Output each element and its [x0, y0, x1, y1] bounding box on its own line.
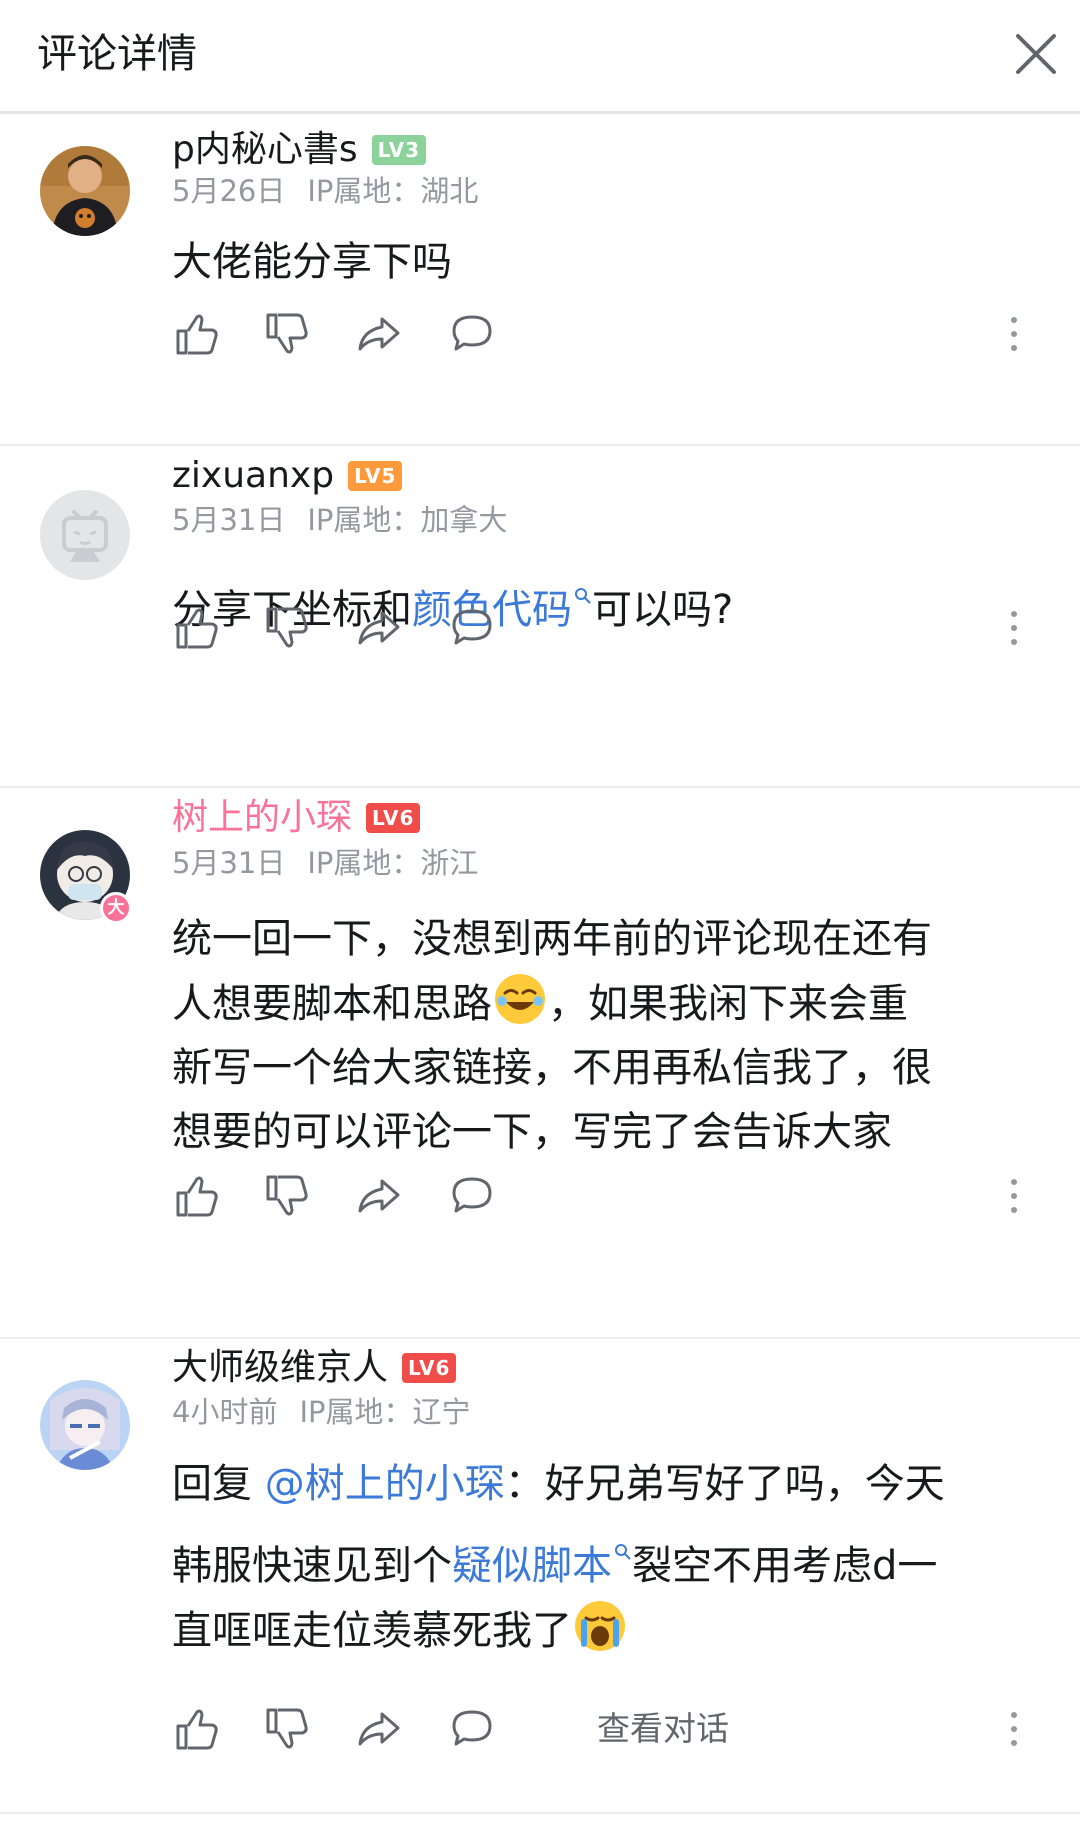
comment-text-part: 直哐哐走位羡慕死我了	[172, 1608, 572, 1654]
more-icon[interactable]	[1002, 1171, 1026, 1221]
comment-text-line: 直哐哐走位羡慕死我了	[172, 1598, 1052, 1663]
comment-text-part: ：好兄弟写好了吗，今天	[504, 1461, 945, 1507]
comment-item: zixuanxp LV5 5月31日 IP属地：加拿大 分享下坐标和颜色代码 可以吗…	[0, 455, 1080, 788]
comment-text-line: 统一回一下，没想到两年前的评论现在还有	[172, 916, 932, 962]
crying-emoji-icon	[572, 1598, 628, 1654]
keyword-link[interactable]: 疑似脚本	[452, 1543, 612, 1589]
more-icon[interactable]	[1002, 309, 1026, 359]
comment-text: 大佬能分享下吗	[172, 239, 452, 285]
comment-item: 大师级维京人 LV6 4小时前 IP属地：辽宁 回复 @树上的小琛：好兄弟写好了吗…	[0, 1347, 1080, 1822]
comment-text-part: 裂空不用考虑d一	[632, 1543, 938, 1589]
like-icon[interactable]	[172, 1704, 222, 1754]
like-icon[interactable]	[172, 1171, 222, 1221]
comment-meta: 5月31日 IP属地：加拿大	[172, 500, 507, 540]
username[interactable]: p内秘心書s	[172, 126, 358, 174]
header: 评论详情	[0, 0, 1080, 114]
search-icon	[614, 1516, 632, 1560]
level-badge: LV6	[402, 1353, 457, 1383]
comment-actions	[172, 603, 1042, 653]
comment-item: 大 树上的小琛 LV6 5月31日 IP属地：浙江 统一回一下，没想到两年前的评论…	[0, 797, 1080, 1340]
more-icon[interactable]	[1002, 1704, 1026, 1754]
comment-text-part: 人想要脚本和思路	[172, 981, 492, 1027]
divider	[0, 1337, 1080, 1339]
comment-date: 4小时前	[172, 1395, 278, 1429]
comment-text-line: 回复 @树上的小琛：好兄弟写好了吗，今天	[172, 1452, 1052, 1516]
divider	[0, 1812, 1080, 1814]
username-row: zixuanxp LV5	[172, 452, 403, 500]
dislike-icon[interactable]	[262, 309, 312, 359]
comment-date: 5月31日	[172, 846, 286, 880]
comment-actions: 查看对话	[172, 1704, 1042, 1754]
like-icon[interactable]	[172, 603, 222, 653]
comment-text-part: ，如果我闲下来会重	[548, 981, 908, 1027]
level-badge: LV6	[366, 803, 421, 833]
close-icon[interactable]	[1012, 30, 1060, 78]
reply-prefix: 回复	[172, 1461, 265, 1507]
username[interactable]: 树上的小琛	[172, 794, 352, 842]
reply-icon[interactable]	[447, 1704, 497, 1754]
comment-meta: 4小时前 IP属地：辽宁	[172, 1392, 471, 1432]
comment-text-line: 人想要脚本和思路 ，如果我闲下来会重	[172, 971, 1042, 1036]
comment-detail-page: 评论详情 p内秘心書s LV3 5月26日 IP属地：湖北 大佬能分享下吗 zi…	[0, 0, 1080, 1831]
ip-location: IP属地：浙江	[307, 846, 479, 880]
dislike-icon[interactable]	[262, 603, 312, 653]
comment-actions	[172, 1171, 1042, 1221]
comment-text-line: 新写一个给大家链接，不用再私信我了，很	[172, 1045, 932, 1091]
dislike-icon[interactable]	[262, 1704, 312, 1754]
share-icon[interactable]	[354, 309, 404, 359]
username-row: 大师级维京人 LV6	[172, 1344, 457, 1392]
divider	[0, 444, 1080, 446]
more-icon[interactable]	[1002, 603, 1026, 653]
ip-location: IP属地：湖北	[307, 174, 479, 208]
mention-link[interactable]: @树上的小琛	[265, 1461, 505, 1507]
username[interactable]: 大师级维京人	[172, 1344, 388, 1392]
ip-location: IP属地：辽宁	[299, 1395, 471, 1429]
divider	[0, 786, 1080, 788]
view-conversation-link[interactable]: 查看对话	[597, 1704, 729, 1754]
username-row: 树上的小琛 LV6	[172, 794, 421, 842]
reply-icon[interactable]	[447, 1171, 497, 1221]
avatar[interactable]	[40, 490, 130, 580]
avatar[interactable]	[40, 1380, 130, 1470]
ip-location: IP属地：加拿大	[307, 503, 508, 537]
search-icon	[574, 560, 592, 604]
comment-text: 统一回一下，没想到两年前的评论现在还有 人想要脚本和思路 ，如果我闲下来会重 新写…	[172, 907, 1042, 1164]
avatar[interactable]	[40, 146, 130, 236]
share-icon[interactable]	[354, 1704, 404, 1754]
comment-item: p内秘心書s LV3 5月26日 IP属地：湖北 大佬能分享下吗	[0, 116, 1080, 446]
comment-date: 5月26日	[172, 174, 286, 208]
comment-text-line: 韩服快速见到个疑似脚本 裂空不用考虑d一	[172, 1516, 1052, 1598]
comment-text-line: 想要的可以评论一下，写完了会告诉大家	[172, 1109, 892, 1155]
comment-actions	[172, 309, 1042, 359]
comment-text-part: 韩服快速见到个	[172, 1543, 452, 1589]
level-badge: LV3	[371, 135, 426, 165]
dislike-icon[interactable]	[262, 1171, 312, 1221]
username-row: p内秘心書s LV3	[172, 126, 426, 174]
like-icon[interactable]	[172, 309, 222, 359]
comment-date: 5月31日	[172, 503, 286, 537]
page-title: 评论详情	[37, 31, 197, 77]
laughing-emoji-icon	[492, 971, 548, 1027]
share-icon[interactable]	[354, 1171, 404, 1221]
comment-text: 回复 @树上的小琛：好兄弟写好了吗，今天 韩服快速见到个疑似脚本 裂空不用考虑d一…	[172, 1452, 1052, 1663]
reply-icon[interactable]	[447, 309, 497, 359]
comment-meta: 5月26日 IP属地：湖北	[172, 171, 478, 211]
reply-icon[interactable]	[447, 603, 497, 653]
level-badge: LV5	[348, 461, 403, 491]
comment-meta: 5月31日 IP属地：浙江	[172, 843, 478, 883]
username[interactable]: zixuanxp	[172, 452, 334, 500]
vip-badge: 大	[100, 892, 132, 924]
share-icon[interactable]	[354, 603, 404, 653]
